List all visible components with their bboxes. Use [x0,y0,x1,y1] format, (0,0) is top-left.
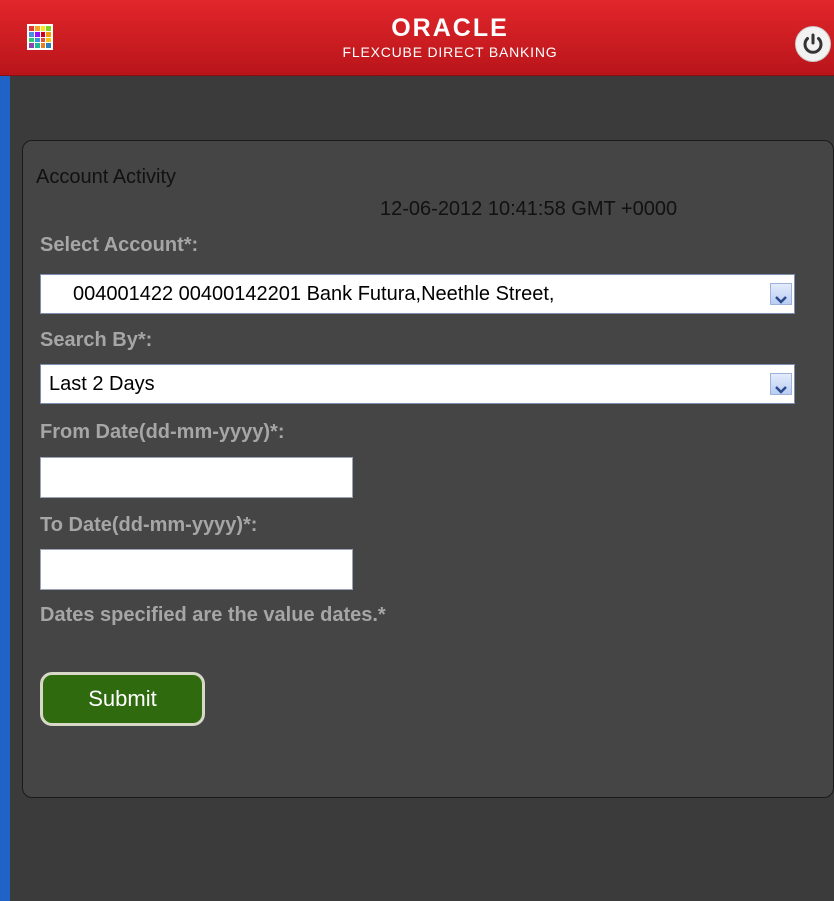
app-header: ORACLE FLEXCUBE DIRECT BANKING [0,0,834,76]
from-date-label: From Date(dd-mm-yyyy)*: [40,421,285,443]
search-by-label: Search By*: [40,329,153,351]
brand: ORACLE FLEXCUBE DIRECT BANKING [250,14,650,62]
select-account-label: Select Account*: [40,234,199,256]
page-title: Account Activity [36,166,177,188]
chevron-down-icon[interactable] [770,373,792,395]
value-dates-note: Dates specified are the value dates.* [40,604,386,626]
left-edge-bar [0,0,10,901]
select-account-value: 004001422 00400142201 Bank Futura,Neethl… [73,283,555,305]
power-icon[interactable] [795,26,831,62]
submit-button[interactable]: Submit [40,672,205,726]
chevron-down-icon[interactable] [770,283,792,305]
select-account-dropdown[interactable]: 004001422 00400142201 Bank Futura,Neethl… [40,274,795,314]
search-by-value: Last 2 Days [49,373,155,395]
app-grid-icon[interactable] [27,24,53,50]
timestamp: 12-06-2012 10:41:58 GMT +0000 [380,198,678,220]
search-by-dropdown[interactable]: Last 2 Days [40,364,795,404]
to-date-label: To Date(dd-mm-yyyy)*: [40,514,258,536]
oracle-logo: ORACLE [391,14,509,42]
brand-subtitle: FLEXCUBE DIRECT BANKING [342,44,558,60]
from-date-input[interactable] [40,457,353,498]
to-date-input[interactable] [40,549,353,590]
